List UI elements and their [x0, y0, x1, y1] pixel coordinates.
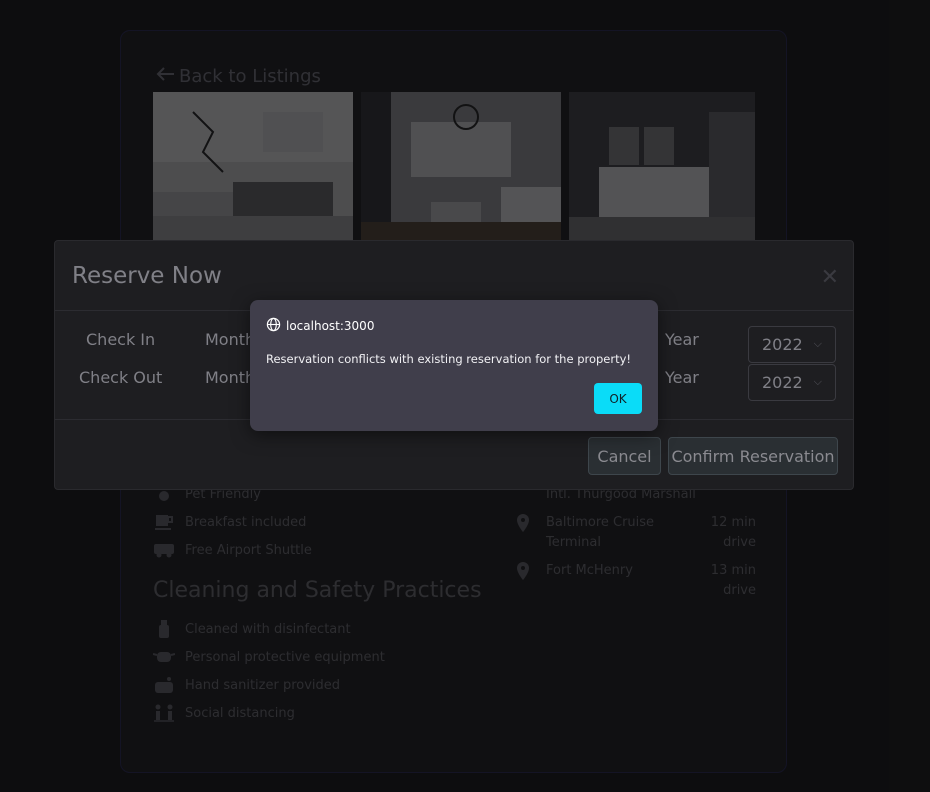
- check-out-year-label: Year: [665, 368, 699, 387]
- modal-title: Reserve Now: [72, 263, 222, 289]
- check-out-year-value: 2022: [762, 373, 803, 392]
- alert-origin: localhost:3000: [266, 317, 374, 335]
- check-in-year-value: 2022: [762, 335, 803, 354]
- alert-message: Reservation conflicts with existing rese…: [266, 352, 632, 366]
- confirm-reservation-button[interactable]: Confirm Reservation: [668, 437, 838, 475]
- check-out-month-label: Month: [205, 368, 256, 387]
- browser-alert-dialog: localhost:3000 Reservation conflicts wit…: [250, 300, 658, 431]
- chevron-down-icon: ⌵: [813, 337, 822, 350]
- check-in-month-label: Month: [205, 330, 256, 349]
- ok-button[interactable]: OK: [594, 383, 642, 414]
- check-in-label: Check In: [86, 330, 156, 349]
- check-in-year-select[interactable]: 2022 ⌵: [748, 326, 836, 363]
- check-in-year-label: Year: [665, 330, 699, 349]
- globe-icon: [266, 317, 281, 335]
- cancel-button[interactable]: Cancel: [588, 437, 661, 475]
- check-out-label: Check Out: [79, 368, 163, 387]
- alert-origin-label: localhost:3000: [286, 319, 375, 333]
- close-icon[interactable]: ✕: [821, 265, 839, 290]
- chevron-down-icon: ⌵: [813, 375, 822, 388]
- check-out-year-select[interactable]: 2022 ⌵: [748, 364, 836, 401]
